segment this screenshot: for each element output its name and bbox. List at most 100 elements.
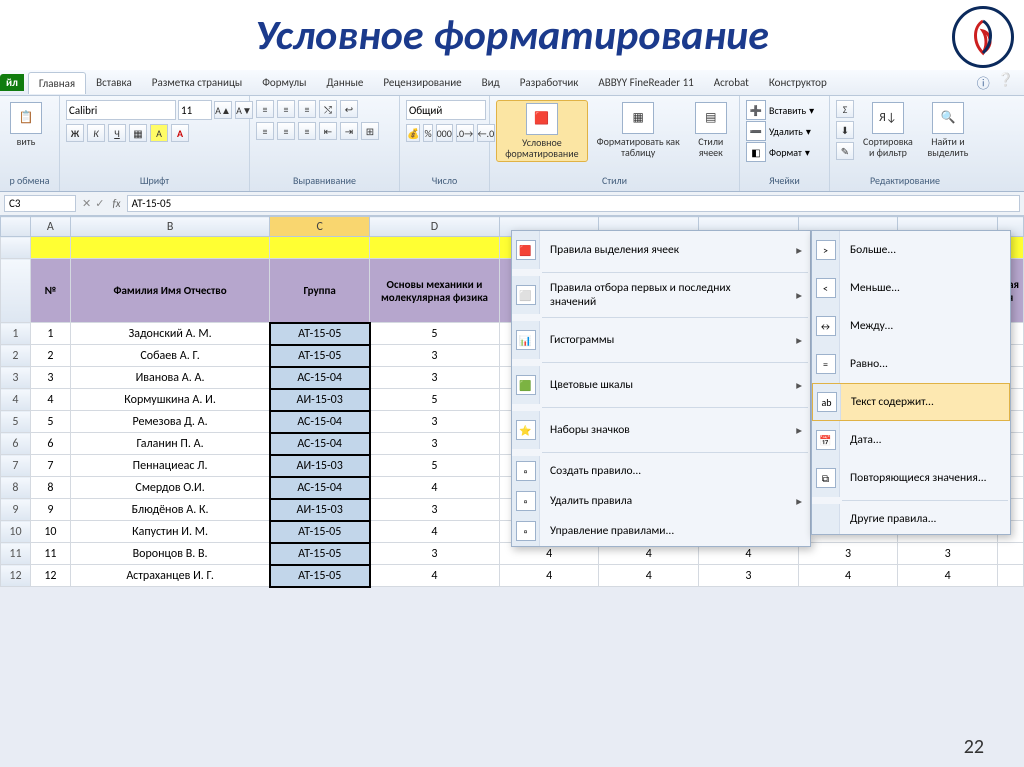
menu-item[interactable]: 🟥Правила выделения ячеек▸ (512, 231, 810, 269)
logo-icon (952, 6, 1014, 68)
menu-item[interactable]: >Больше... (812, 231, 1010, 269)
menu-item[interactable]: ↔Между... (812, 307, 1010, 345)
align-left-icon[interactable]: ≡ (256, 122, 274, 140)
format-icon: ◧ (746, 142, 766, 162)
fill-color-button[interactable]: A (150, 124, 168, 142)
fill-icon[interactable]: ⬇ (836, 121, 854, 139)
font-size-select[interactable] (178, 100, 212, 120)
cancel-icon[interactable]: ✕ (80, 197, 93, 210)
excel-window: йл Главная Вставка Разметка страницы Фор… (0, 70, 1024, 767)
group-clipboard: 📋вить р обмена (0, 96, 60, 191)
header-fio: Фамилия Имя Отчество (70, 259, 269, 323)
group-label-cells: Ячейки (746, 172, 823, 187)
bold-button[interactable]: Ж (66, 124, 84, 142)
orientation-icon[interactable]: ⤭ (319, 100, 337, 118)
tab-abbyy[interactable]: ABBYY FineReader 11 (588, 72, 703, 93)
align-center-icon[interactable]: ≡ (277, 122, 295, 140)
conditional-formatting-icon: 🟥 (526, 103, 558, 135)
col-header-c[interactable]: C (270, 217, 370, 237)
col-header-a[interactable]: A (30, 217, 70, 237)
wrap-text-icon[interactable]: ↩ (340, 100, 358, 118)
align-top-icon[interactable]: ≡ (256, 100, 274, 118)
underline-button[interactable]: Ч (108, 124, 126, 142)
format-as-table-button[interactable]: ▦Форматировать как таблицу (592, 100, 685, 160)
menu-item[interactable]: ⧉Повторяющиеся значения... (812, 459, 1010, 497)
paste-icon: 📋 (10, 102, 42, 134)
group-label-font: Шрифт (66, 172, 243, 187)
fx-icon[interactable]: fx (106, 197, 126, 210)
align-mid-icon[interactable]: ≡ (277, 100, 295, 118)
group-label-styles: Стили (496, 172, 733, 187)
formula-input[interactable]: АТ-15-05 (127, 195, 1020, 212)
group-font: A▲A▼ Ж К Ч ▦ A A Шрифт (60, 96, 250, 191)
header-num: № (30, 259, 70, 323)
font-color-button[interactable]: A (171, 124, 189, 142)
align-bot-icon[interactable]: ≡ (298, 100, 316, 118)
conditional-formatting-button[interactable]: 🟥Условное форматирование (496, 100, 588, 162)
align-right-icon[interactable]: ≡ (298, 122, 316, 140)
menu-item[interactable]: ⭐Наборы значков▸ (512, 411, 810, 449)
comma-icon[interactable]: 000 (436, 124, 453, 142)
menu-item[interactable]: 📊Гистограммы▸ (512, 321, 810, 359)
currency-icon[interactable]: 💰 (406, 124, 420, 142)
font-name-select[interactable] (66, 100, 176, 120)
tab-home[interactable]: Главная (28, 72, 86, 94)
find-select-button[interactable]: 🔍Найти и выделить (922, 100, 974, 160)
tab-data[interactable]: Данные (316, 72, 373, 93)
menu-item[interactable]: ▫Создать правило... (512, 456, 810, 486)
table-icon: ▦ (622, 102, 654, 134)
help-icon[interactable]: ❔ (998, 73, 1014, 92)
cell-styles-button[interactable]: ▤Стили ячеек (689, 100, 733, 160)
insert-icon: ➕ (746, 100, 766, 120)
group-label-number: Число (406, 172, 483, 187)
tab-review[interactable]: Рецензирование (373, 72, 471, 93)
menu-item[interactable]: 📅Дата... (812, 421, 1010, 459)
menu-item[interactable]: ▫Удалить правила▸ (512, 486, 810, 516)
menu-item[interactable]: 🟩Цветовые шкалы▸ (512, 366, 810, 404)
tab-view[interactable]: Вид (472, 72, 510, 93)
menu-item[interactable]: =Равно... (812, 345, 1010, 383)
menu-item[interactable]: ⬜Правила отбора первых и последних значе… (512, 276, 810, 314)
menu-item[interactable]: abТекст содержит... (812, 383, 1010, 421)
col-header-d[interactable]: D (370, 217, 500, 237)
minimize-ribbon-icon[interactable]: ⓘ (977, 73, 990, 92)
select-all-corner[interactable] (1, 217, 31, 237)
tab-insert[interactable]: Вставка (86, 72, 142, 93)
merge-icon[interactable]: ⊞ (361, 122, 379, 140)
ribbon: 📋вить р обмена A▲A▼ Ж К Ч ▦ A A Шрифт (0, 96, 1024, 192)
tab-layout[interactable]: Разметка страницы (142, 72, 253, 93)
table-row[interactable]: 1212Астраханцев И. Г.АТ-15-05444344 (1, 565, 1024, 587)
indent-inc-icon[interactable]: ⇥ (340, 122, 358, 140)
indent-dec-icon[interactable]: ⇤ (319, 122, 337, 140)
tab-developer[interactable]: Разработчик (510, 72, 589, 93)
group-alignment: ≡≡≡ ⤭ ↩ ≡≡≡ ⇤⇥ ⊞ Выравнивание (250, 96, 400, 191)
italic-button[interactable]: К (87, 124, 105, 142)
grow-font-icon[interactable]: A▲ (214, 101, 232, 119)
border-button[interactable]: ▦ (129, 124, 147, 142)
sort-filter-button[interactable]: Я↓Сортировка и фильтр (858, 100, 918, 160)
enter-icon[interactable]: ✓ (93, 197, 106, 210)
col-header-b[interactable]: B (70, 217, 269, 237)
tab-acrobat[interactable]: Acrobat (704, 72, 759, 93)
delete-cells-button[interactable]: ➖Удалить▾ (746, 121, 823, 141)
inc-decimal-icon[interactable]: .0→ (456, 124, 474, 142)
slide-title: Условное форматирование (0, 0, 1024, 67)
group-cells: ➕Вставить▾ ➖Удалить▾ ◧Формат▾ Ячейки (740, 96, 830, 191)
tab-formulas[interactable]: Формулы (252, 72, 316, 93)
tab-designer[interactable]: Конструктор (759, 72, 837, 93)
number-format-select[interactable] (406, 100, 486, 120)
percent-icon[interactable]: % (423, 124, 432, 142)
paste-button[interactable]: 📋вить (6, 100, 46, 149)
file-tab[interactable]: йл (0, 74, 24, 91)
cell-styles-icon: ▤ (695, 102, 727, 134)
menu-item[interactable]: <Меньше... (812, 269, 1010, 307)
name-box[interactable]: C3 (4, 195, 76, 212)
autosum-icon[interactable]: Σ (836, 100, 854, 118)
format-cells-button[interactable]: ◧Формат▾ (746, 142, 823, 162)
highlight-rules-submenu: >Больше...<Меньше...↔Между...=Равно...ab… (811, 230, 1011, 535)
insert-cells-button[interactable]: ➕Вставить▾ (746, 100, 823, 120)
clear-icon[interactable]: ✎ (836, 142, 854, 160)
menu-item[interactable]: ▫Управление правилами... (512, 516, 810, 546)
menu-other-rules[interactable]: Другие правила... (812, 504, 1010, 534)
page-number: 22 (964, 735, 984, 759)
